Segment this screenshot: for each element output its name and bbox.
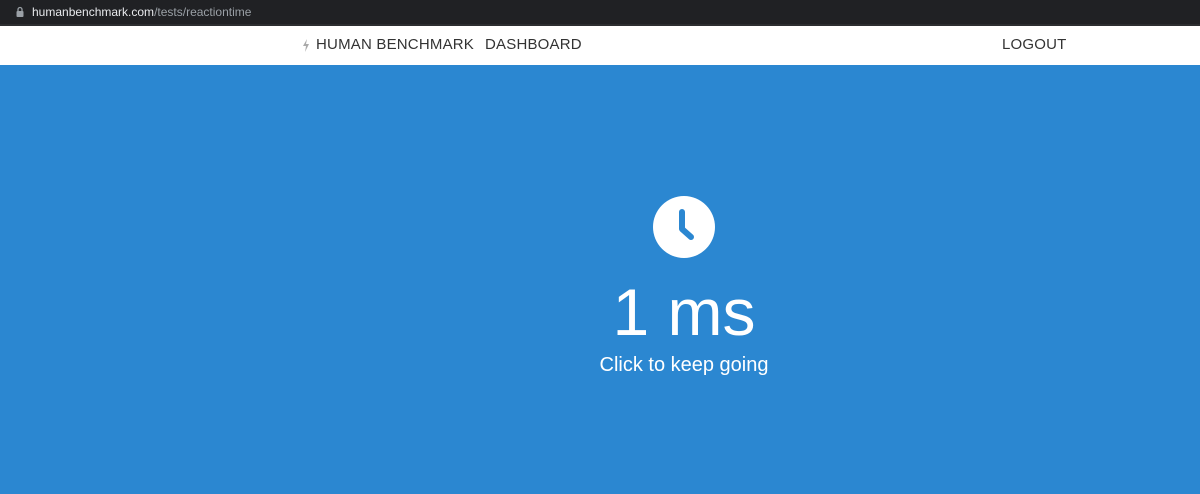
logo-label: HUMAN BENCHMARK	[316, 36, 475, 53]
url-path: /tests/reactiontime	[154, 5, 252, 19]
result-time: 1 ms	[612, 275, 756, 349]
top-navbar: HUMAN BENCHMARK DASHBOARD LOGOUT	[0, 24, 1200, 65]
reaction-test-area[interactable]: 1 ms Click to keep going	[0, 65, 1200, 494]
continue-prompt: Click to keep going	[599, 354, 769, 376]
url-domain: humanbenchmark.com	[32, 5, 155, 19]
lock-icon	[16, 6, 24, 17]
logout-link[interactable]: LOGOUT	[1002, 36, 1067, 54]
url-text[interactable]: humanbenchmark.com/tests/reactiontime	[32, 4, 251, 20]
clock-icon	[653, 196, 715, 258]
dashboard-link[interactable]: DASHBOARD	[485, 36, 582, 54]
home-link[interactable]: HUMAN BENCHMARK	[302, 36, 474, 54]
lightning-bolt-icon	[303, 38, 309, 52]
browser-address-bar[interactable]: humanbenchmark.com/tests/reactiontime	[0, 0, 1200, 24]
